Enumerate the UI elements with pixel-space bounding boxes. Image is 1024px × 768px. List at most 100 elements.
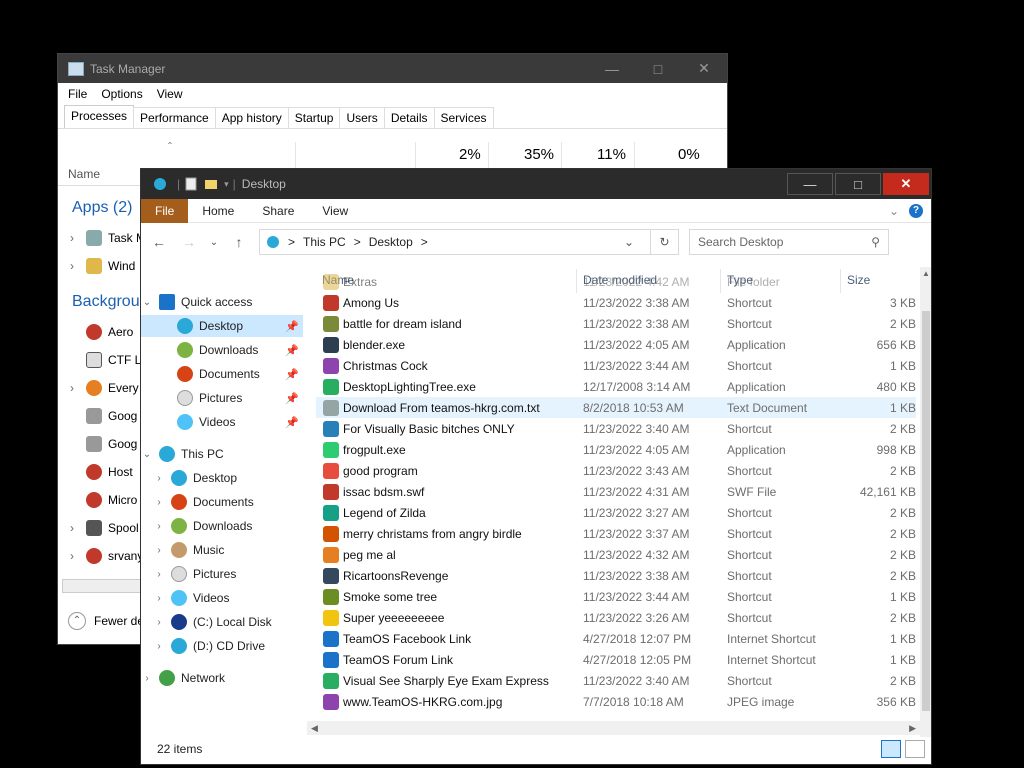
ribbon-tab-share[interactable]: Share bbox=[248, 199, 308, 223]
new-folder-icon[interactable] bbox=[204, 177, 218, 191]
memory-percent[interactable]: 35% bbox=[524, 146, 554, 163]
file-row[interactable]: frogpult.exe 11/23/2022 4:05 AM Applicatio… bbox=[316, 439, 916, 460]
tab-app-history[interactable]: App history bbox=[214, 107, 289, 128]
close-button[interactable]: ✕ bbox=[681, 60, 727, 77]
process-row[interactable]: Aero bbox=[70, 324, 133, 340]
vertical-scrollbar[interactable]: ▲ bbox=[920, 267, 931, 737]
process-row[interactable]: Goog bbox=[70, 436, 137, 452]
horizontal-scrollbar[interactable]: ◀ ▶ bbox=[307, 721, 920, 735]
cpu-percent[interactable]: 2% bbox=[459, 146, 481, 163]
process-row[interactable]: › srvany bbox=[70, 548, 143, 564]
file-row[interactable]: issac bdsm.swf 11/23/2022 4:31 AM SWF File… bbox=[316, 481, 916, 502]
process-row[interactable]: › Task M bbox=[70, 230, 146, 246]
file-row[interactable]: www.TeamOS-HKRG.com.jpg 7/7/2018 10:18 AM… bbox=[316, 691, 916, 712]
task-manager-titlebar[interactable]: Task Manager — □ ✕ bbox=[58, 54, 727, 83]
tab-performance[interactable]: Performance bbox=[133, 107, 216, 128]
search-input[interactable]: Search Desktop bbox=[698, 235, 871, 249]
search-box[interactable]: Search Desktop ⚲ bbox=[689, 229, 889, 255]
help-icon[interactable]: ? bbox=[909, 203, 923, 218]
file-row[interactable]: For Visually Basic bitches ONLY 11/23/202… bbox=[316, 418, 916, 439]
file-row[interactable]: Among Us 11/23/2022 3:38 AM Shortcut 3 KB bbox=[316, 292, 916, 313]
ribbon-tab-file[interactable]: File bbox=[141, 198, 189, 223]
disk-percent[interactable]: 11% bbox=[597, 146, 626, 163]
network-percent[interactable]: 0% bbox=[678, 146, 700, 163]
file-row[interactable]: Visual See Sharply Eye Exam Express 11/23… bbox=[316, 670, 916, 691]
file-row[interactable]: peg me al 11/23/2022 4:32 AM Shortcut 2 KB bbox=[316, 544, 916, 565]
file-row[interactable]: good program 11/23/2022 3:43 AM Shortcut 2 … bbox=[316, 460, 916, 481]
ribbon-tab-home[interactable]: Home bbox=[188, 199, 248, 223]
file-row[interactable]: blender.exe 11/23/2022 4:05 AM Application… bbox=[316, 334, 916, 355]
horizontal-scrollbar[interactable] bbox=[62, 579, 152, 593]
properties-icon[interactable] bbox=[184, 177, 198, 191]
address-dropdown-icon[interactable]: ⌄ bbox=[616, 235, 642, 249]
process-row[interactable]: CTF L bbox=[70, 352, 141, 368]
close-button[interactable]: ✕ bbox=[883, 173, 929, 195]
file-row[interactable]: Extras 11/23/2022 4:42 AM File folder bbox=[316, 271, 916, 292]
nav-pc-music[interactable]: › Music bbox=[141, 539, 303, 561]
nav-quick-desktop[interactable]: Desktop 📌 bbox=[141, 315, 303, 337]
tab-users[interactable]: Users bbox=[339, 107, 385, 128]
scrollbar-thumb[interactable] bbox=[922, 311, 930, 711]
details-view-icon[interactable] bbox=[881, 740, 901, 758]
file-row[interactable]: Smoke some tree 11/23/2022 3:44 AM Shortcu… bbox=[316, 586, 916, 607]
file-row[interactable]: TeamOS Forum Link 4/27/2018 12:05 PM Inter… bbox=[316, 649, 916, 670]
back-arrow-icon[interactable]: ← bbox=[149, 234, 169, 250]
nav-quick-documents[interactable]: Documents 📌 bbox=[141, 363, 303, 385]
name-column-header[interactable]: Name bbox=[68, 167, 100, 181]
process-row[interactable]: Host bbox=[70, 464, 133, 480]
nav-pc-downloads[interactable]: › Downloads bbox=[141, 515, 303, 537]
up-arrow-icon[interactable]: ↑ bbox=[229, 234, 249, 250]
tab-startup[interactable]: Startup bbox=[287, 107, 341, 128]
file-row[interactable]: RicartoonsRevenge 11/23/2022 3:38 AM Short… bbox=[316, 565, 916, 586]
file-row[interactable]: Super yeeeeeeeee 11/23/2022 3:26 AM Shortc… bbox=[316, 607, 916, 628]
ribbon-tab-view[interactable]: View bbox=[308, 199, 362, 223]
tab-services[interactable]: Services bbox=[433, 107, 494, 128]
file-row[interactable]: DesktopLightingTree.exe 12/17/2008 3:14 A… bbox=[316, 376, 916, 397]
maximize-button[interactable]: □ bbox=[835, 173, 881, 195]
expand-ribbon-icon[interactable]: ⌄ bbox=[889, 204, 899, 218]
file-row[interactable]: battle for dream island 11/23/2022 3:38 A… bbox=[316, 313, 916, 334]
explorer-titlebar[interactable]: | ▾ | Desktop — □ ✕ bbox=[141, 169, 931, 199]
file-row[interactable]: Christmas Cock 11/23/2022 3:44 AM Shortcut… bbox=[316, 355, 916, 376]
nav-local-disk[interactable]: › (C:) Local Disk bbox=[141, 611, 303, 633]
refresh-icon[interactable]: ↻ bbox=[650, 230, 678, 254]
nav-network[interactable]: › Network bbox=[141, 667, 303, 689]
address-bar[interactable]: > This PC > Desktop > ⌄ ↻ bbox=[259, 229, 679, 255]
menu-file[interactable]: File bbox=[68, 87, 87, 101]
menu-options[interactable]: Options bbox=[101, 87, 142, 101]
tab-processes[interactable]: Processes bbox=[64, 105, 135, 128]
breadcrumb-desktop[interactable]: Desktop bbox=[369, 235, 413, 249]
maximize-button[interactable]: □ bbox=[635, 61, 681, 77]
process-row[interactable]: › Every bbox=[70, 380, 139, 396]
nav-this-pc[interactable]: ⌄ This PC bbox=[141, 443, 303, 465]
process-row[interactable]: Goog bbox=[70, 408, 137, 424]
minimize-button[interactable]: — bbox=[787, 173, 833, 195]
large-icons-view-icon[interactable] bbox=[905, 740, 925, 758]
customize-toolbar-icon[interactable]: ▾ bbox=[224, 179, 229, 190]
process-row[interactable]: Micro bbox=[70, 492, 137, 508]
process-row[interactable]: › Spool bbox=[70, 520, 139, 536]
nav-pc-videos[interactable]: › Videos bbox=[141, 587, 303, 609]
minimize-button[interactable]: — bbox=[589, 61, 635, 77]
scroll-left-icon[interactable]: ◀ bbox=[311, 723, 318, 734]
nav-quick-videos[interactable]: Videos 📌 bbox=[141, 411, 303, 433]
fewer-details-button[interactable]: ⌃ Fewer de bbox=[68, 612, 144, 630]
breadcrumb-this-pc[interactable]: This PC bbox=[303, 235, 346, 249]
nav-quick-access[interactable]: ⌄ Quick access bbox=[141, 291, 303, 313]
file-row[interactable]: Legend of Zilda 11/23/2022 3:27 AM Shortcu… bbox=[316, 502, 916, 523]
tab-details[interactable]: Details bbox=[383, 107, 435, 128]
recent-locations-icon[interactable]: ⌄ bbox=[209, 237, 219, 248]
file-row[interactable]: Download From teamos-hkrg.com.txt 8/2/201… bbox=[316, 397, 916, 418]
process-row[interactable]: › Wind bbox=[70, 258, 135, 274]
nav-pc-documents[interactable]: › Documents bbox=[141, 491, 303, 513]
nav-cd-drive[interactable]: › (D:) CD Drive bbox=[141, 635, 303, 657]
scroll-right-icon[interactable]: ▶ bbox=[909, 723, 916, 734]
file-row[interactable]: TeamOS Facebook Link 4/27/2018 12:07 PM In… bbox=[316, 628, 916, 649]
nav-quick-downloads[interactable]: Downloads 📌 bbox=[141, 339, 303, 361]
nav-pc-desktop[interactable]: › Desktop bbox=[141, 467, 303, 489]
menu-view[interactable]: View bbox=[157, 87, 183, 101]
nav-pc-pictures[interactable]: › Pictures bbox=[141, 563, 303, 585]
forward-arrow-icon[interactable]: → bbox=[179, 234, 199, 250]
nav-quick-pictures[interactable]: Pictures 📌 bbox=[141, 387, 303, 409]
file-row[interactable]: merry christams from angry birdle 11/23/2… bbox=[316, 523, 916, 544]
